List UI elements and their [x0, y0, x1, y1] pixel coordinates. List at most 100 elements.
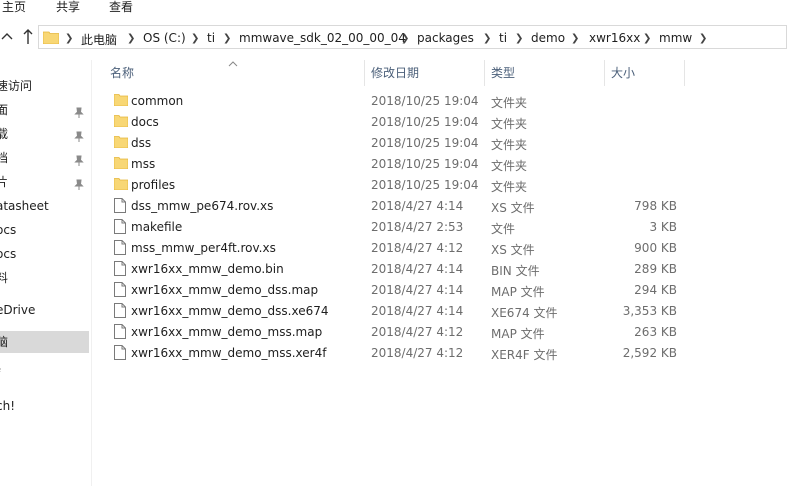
file-size: 263 KB	[634, 325, 677, 339]
file-modified-date: 2018/10/25 19:04	[371, 157, 479, 171]
breadcrumb-drive-c[interactable]: OS (C:)	[143, 31, 186, 45]
breadcrumb-separator-icon[interactable]: ❯	[65, 33, 73, 44]
nav-item-this-pc[interactable]: 脑	[0, 331, 89, 353]
nav-item-pictures[interactable]: 片	[0, 171, 89, 193]
file-row[interactable]: xwr16xx_mmw_demo_mss.map 2018/4/27 4:12 MA…	[106, 322, 686, 343]
pin-icon	[74, 152, 84, 169]
breadcrumb-this-pc[interactable]: 此电脑	[81, 31, 117, 48]
column-divider[interactable]	[364, 60, 365, 86]
file-icon	[114, 219, 126, 237]
navigation-pane: 速访问 面 载 档 片 atasheet ocs ocs 料 eDrive 脑 …	[0, 60, 92, 486]
nav-item-desktop[interactable]: 面	[0, 99, 89, 121]
nav-item-datasheet[interactable]: atasheet	[0, 195, 89, 217]
column-header-name[interactable]: 名称	[110, 60, 360, 86]
pin-icon	[74, 104, 84, 121]
pin-icon	[74, 128, 84, 145]
file-size: 900 KB	[634, 241, 677, 255]
breadcrumb-packages[interactable]: packages	[417, 31, 474, 45]
address-row: ❯ 此电脑 ❯ OS (C:) ❯ ti ❯ mmwave_sdk_02_00_…	[0, 22, 787, 52]
column-header-size[interactable]: 大小	[611, 60, 681, 86]
file-icon	[114, 240, 126, 258]
breadcrumb-separator-icon[interactable]: ❯	[223, 33, 231, 44]
tab-share[interactable]: 共享	[56, 0, 80, 14]
file-name: xwr16xx_mmw_demo.bin	[131, 262, 284, 276]
up-folder-icon[interactable]	[22, 27, 34, 50]
breadcrumb-ti-2[interactable]: ti	[499, 31, 507, 45]
nav-item-quick-access[interactable]: 速访问	[0, 75, 89, 97]
nav-item-other[interactable]: ch!	[0, 395, 89, 417]
file-type: MAP 文件	[491, 327, 545, 341]
file-name: xwr16xx_mmw_demo_mss.xer4f	[131, 346, 327, 360]
file-type: 文件夹	[491, 180, 528, 194]
tab-home[interactable]: 主页	[2, 0, 26, 14]
nav-item-materials[interactable]: 料	[0, 267, 89, 289]
file-modified-date: 2018/10/25 19:04	[371, 178, 479, 192]
file-type: 文件夹	[491, 117, 528, 131]
nav-item-onedrive[interactable]: eDrive	[0, 299, 89, 321]
file-name: mss_mmw_per4ft.rov.xs	[131, 241, 276, 255]
file-type: 文件	[491, 222, 516, 236]
breadcrumb-separator-icon[interactable]: ❯	[483, 33, 491, 44]
ribbon-tabs: 主页 共享 查看	[0, 0, 787, 18]
file-name: makefile	[131, 220, 183, 234]
file-modified-date: 2018/4/27 2:53	[371, 220, 464, 234]
breadcrumb-separator-icon[interactable]: ❯	[515, 33, 523, 44]
up-arrow-icon[interactable]	[0, 30, 14, 44]
file-icon	[114, 282, 126, 300]
file-name: common	[131, 94, 184, 108]
breadcrumb-sdk[interactable]: mmwave_sdk_02_00_00_04	[239, 31, 406, 45]
address-bar[interactable]: ❯ 此电脑 ❯ OS (C:) ❯ ti ❯ mmwave_sdk_02_00_…	[38, 25, 787, 49]
file-row[interactable]: docs 2018/10/25 19:04 文件夹	[106, 112, 686, 133]
file-type: XE674 文件	[491, 306, 558, 320]
file-type: 文件夹	[491, 159, 528, 173]
nav-item-docs-1[interactable]: ocs	[0, 219, 89, 241]
file-row[interactable]: xwr16xx_mmw_demo_mss.xer4f 2018/4/27 4:12…	[106, 343, 686, 364]
file-modified-date: 2018/4/27 4:14	[371, 283, 464, 297]
breadcrumb-separator-icon[interactable]: ❯	[699, 33, 707, 44]
breadcrumb-mmw[interactable]: mmw	[659, 31, 692, 45]
file-row[interactable]: xwr16xx_mmw_demo_dss.xe674 2018/4/27 4:14…	[106, 301, 686, 322]
file-name: xwr16xx_mmw_demo_dss.map	[131, 283, 319, 297]
column-divider[interactable]	[684, 60, 685, 86]
breadcrumb-separator-icon[interactable]: ❯	[127, 33, 135, 44]
file-row[interactable]: dss_mmw_pe674.rov.xs 2018/4/27 4:14 XS 文件 7…	[106, 196, 686, 217]
breadcrumb-separator-icon[interactable]: ❯	[401, 33, 409, 44]
file-row[interactable]: common 2018/10/25 19:04 文件夹	[106, 91, 686, 112]
nav-item-downloads[interactable]: 载	[0, 123, 89, 145]
file-name: docs	[131, 115, 159, 129]
file-row[interactable]: mss_mmw_per4ft.rov.xs 2018/4/27 4:12 XS 文件…	[106, 238, 686, 259]
file-row[interactable]: mss 2018/10/25 19:04 文件夹	[106, 154, 686, 175]
file-size: 3 KB	[649, 220, 677, 234]
file-modified-date: 2018/4/27 4:14	[371, 199, 464, 213]
pin-icon	[74, 176, 84, 193]
breadcrumb-separator-icon[interactable]: ❯	[571, 33, 579, 44]
nav-item-docs-2[interactable]: ocs	[0, 243, 89, 265]
breadcrumb-separator-icon[interactable]: ❯	[643, 33, 651, 44]
nav-item-network[interactable]: f	[0, 363, 89, 385]
file-name: mss	[131, 157, 156, 171]
file-row[interactable]: makefile 2018/4/27 2:53 文件 3 KB	[106, 217, 686, 238]
breadcrumb-separator-icon[interactable]: ❯	[191, 33, 199, 44]
file-type: XER4F 文件	[491, 348, 558, 362]
file-icon	[114, 303, 126, 321]
file-name: dss_mmw_pe674.rov.xs	[131, 199, 274, 213]
file-row[interactable]: xwr16xx_mmw_demo.bin 2018/4/27 4:14 BIN 文件…	[106, 259, 686, 280]
file-modified-date: 2018/10/25 19:04	[371, 136, 479, 150]
breadcrumb-demo[interactable]: demo	[531, 31, 565, 45]
file-type: XS 文件	[491, 201, 535, 215]
file-row[interactable]: profiles 2018/10/25 19:04 文件夹	[106, 175, 686, 196]
column-divider[interactable]	[484, 60, 485, 86]
file-icon	[114, 198, 126, 216]
file-row[interactable]: xwr16xx_mmw_demo_dss.map 2018/4/27 4:14 MA…	[106, 280, 686, 301]
breadcrumb-ti[interactable]: ti	[207, 31, 215, 45]
file-type: XS 文件	[491, 243, 535, 257]
column-divider[interactable]	[604, 60, 605, 86]
nav-item-documents[interactable]: 档	[0, 147, 89, 169]
breadcrumb-xwr16xx[interactable]: xwr16xx	[589, 31, 640, 45]
column-header-type[interactable]: 类型	[491, 60, 601, 86]
file-type: 文件夹	[491, 138, 528, 152]
tab-view[interactable]: 查看	[109, 0, 133, 14]
file-row[interactable]: dss 2018/10/25 19:04 文件夹	[106, 133, 686, 154]
column-header-date[interactable]: 修改日期	[371, 60, 481, 86]
file-name: dss	[131, 136, 152, 150]
